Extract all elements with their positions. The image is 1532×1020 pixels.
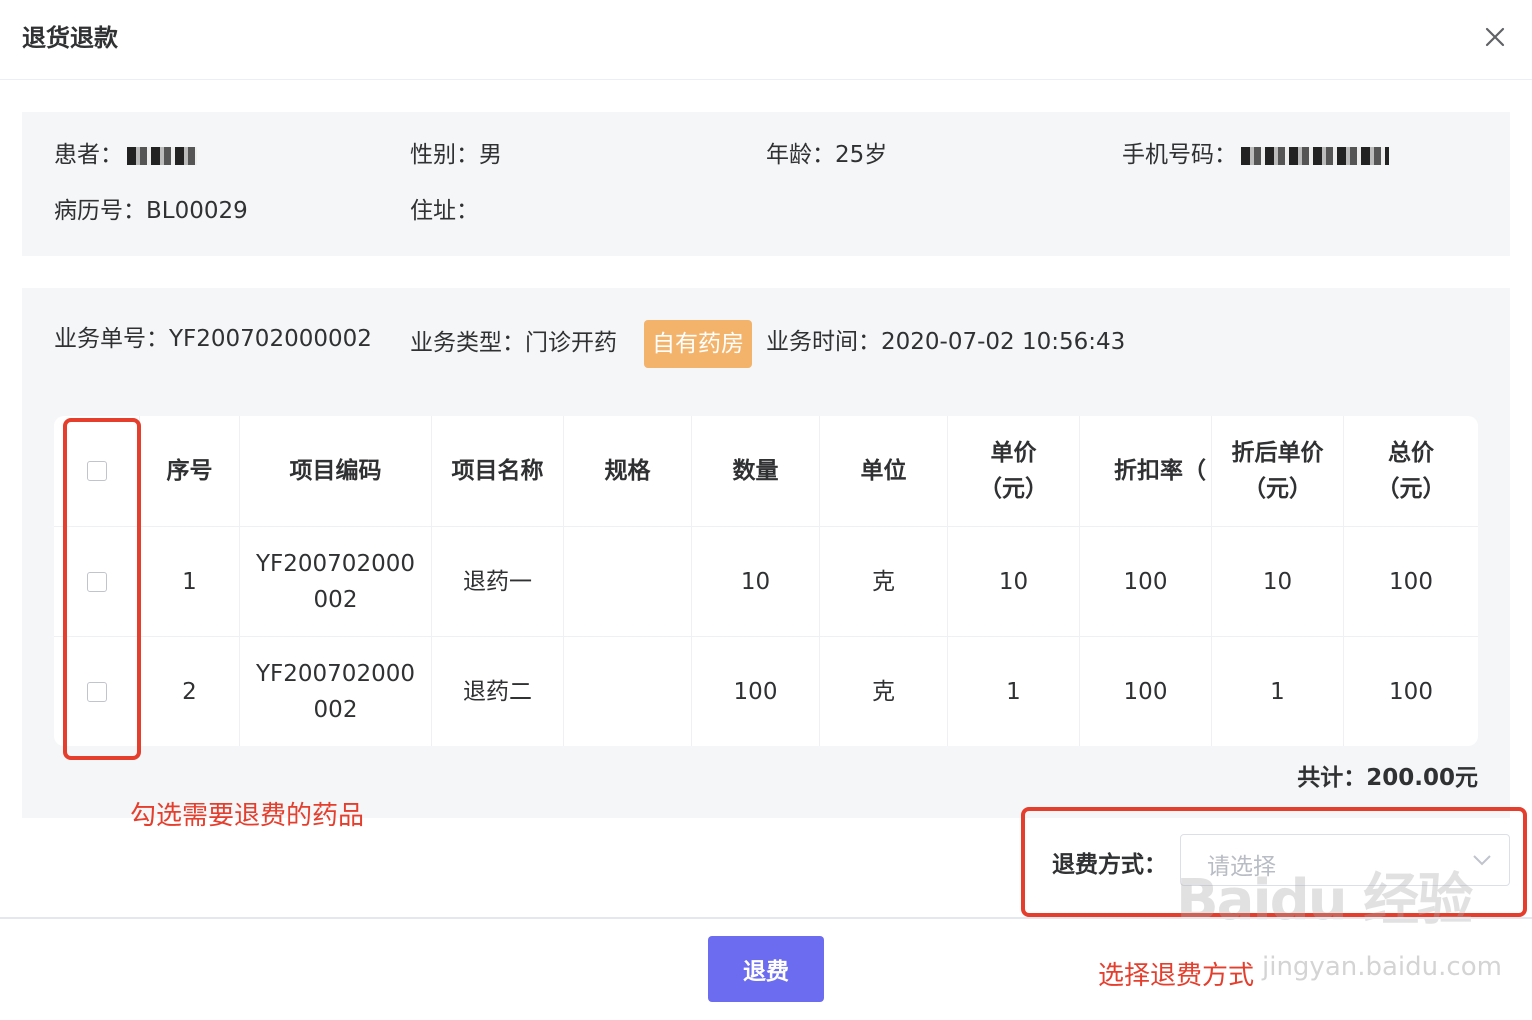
patient-name: 患者： bbox=[54, 140, 197, 170]
patient-phone-label: 手机号码： bbox=[1122, 142, 1237, 168]
cell-code-line2: 002 bbox=[313, 587, 358, 613]
col-qty: 数量 bbox=[692, 416, 820, 526]
cell-total: 100 bbox=[1389, 679, 1433, 705]
col-total: 总价 （元） bbox=[1344, 416, 1478, 526]
dialog-header: 退货退款 bbox=[0, 0, 1532, 80]
col-unit: 单位 bbox=[820, 416, 948, 526]
cell-qty: 10 bbox=[692, 527, 820, 637]
cell-code-line1: YF200702000 bbox=[256, 661, 415, 687]
patient-age: 年龄：25岁 bbox=[766, 142, 888, 168]
cell-unit: 克 bbox=[820, 527, 948, 637]
col-price: 单价 （元） bbox=[948, 416, 1080, 526]
close-icon[interactable] bbox=[1478, 20, 1512, 54]
col-price-line2: （元） bbox=[979, 476, 1048, 502]
cell-spec bbox=[564, 527, 692, 637]
items-table: 序号 项目编码 项目名称 规格 数量 单位 单价 （元） 折扣率（ 折后单价 （元）… bbox=[54, 416, 1478, 746]
patient-info-panel: 患者： 性别：男 年龄：25岁 手机号码： 病历号：BL00029 住址： bbox=[22, 112, 1510, 256]
col-seq: 序号 bbox=[140, 416, 240, 526]
cell-discount: 100 bbox=[1080, 637, 1212, 746]
col-after-line1: 折后单价 bbox=[1231, 440, 1324, 466]
col-after-price: 折后单价 （元） bbox=[1212, 416, 1344, 526]
col-after-line2: （元） bbox=[1243, 476, 1312, 502]
total-amount: 共计：200.00元 bbox=[1297, 765, 1478, 791]
cell-total: 100 bbox=[1389, 569, 1433, 595]
cell-after-price: 10 bbox=[1212, 527, 1344, 637]
cell-code: YF200702000 002 bbox=[240, 527, 432, 637]
patient-phone: 手机号码： bbox=[1122, 140, 1389, 170]
col-code: 项目编码 bbox=[240, 416, 432, 526]
watermark-url: jingyan.baidu.com bbox=[1262, 952, 1502, 982]
footer-divider bbox=[0, 917, 1532, 919]
cell-seq: 1 bbox=[140, 527, 240, 637]
table-header-row: 序号 项目编码 项目名称 规格 数量 单位 单价 （元） 折扣率（ 折后单价 （元）… bbox=[54, 416, 1478, 526]
pharmacy-tag: 自有药房 bbox=[644, 320, 752, 368]
refund-button[interactable]: 退费 bbox=[708, 936, 824, 1002]
cell-spec bbox=[564, 637, 692, 746]
annotation-select-method: 选择退费方式 bbox=[1098, 961, 1255, 991]
blurred-phone bbox=[1241, 146, 1389, 165]
annotation-box-checkboxes bbox=[63, 418, 141, 760]
col-spec: 规格 bbox=[564, 416, 692, 526]
cell-code: YF200702000 002 bbox=[240, 637, 432, 746]
cell-name: 退药一 bbox=[432, 527, 564, 637]
cell-price: 1 bbox=[948, 637, 1080, 746]
business-type: 业务类型：门诊开药 bbox=[410, 330, 617, 356]
cell-code-line1: YF200702000 bbox=[256, 551, 415, 577]
blurred-name bbox=[127, 146, 197, 165]
cell-qty: 100 bbox=[692, 637, 820, 746]
col-total-line1: 总价 bbox=[1388, 440, 1434, 466]
patient-name-label: 患者： bbox=[54, 142, 123, 168]
order-number: 业务单号：YF200702000002 bbox=[54, 326, 372, 352]
dialog-title: 退货退款 bbox=[22, 24, 118, 52]
patient-record-no: 病历号：BL00029 bbox=[54, 198, 248, 224]
cell-name: 退药二 bbox=[432, 637, 564, 746]
cell-price: 10 bbox=[948, 527, 1080, 637]
cell-unit: 克 bbox=[820, 637, 948, 746]
business-panel: 业务单号：YF200702000002 业务类型：门诊开药 自有药房 业务时间：… bbox=[22, 288, 1510, 818]
cell-discount: 100 bbox=[1080, 527, 1212, 637]
table-row[interactable]: 1 YF200702000 002 退药一 10 克 10 100 10 100 bbox=[54, 526, 1478, 637]
patient-gender: 性别：男 bbox=[410, 142, 502, 168]
cell-after-price: 1 bbox=[1212, 637, 1344, 746]
col-price-line1: 单价 bbox=[990, 440, 1037, 466]
col-total-line2: （元） bbox=[1376, 476, 1446, 502]
table-row[interactable]: 2 YF200702000 002 退药二 100 克 1 100 1 100 bbox=[54, 636, 1478, 746]
business-time: 业务时间：2020-07-02 10:56:43 bbox=[766, 329, 1126, 355]
watermark-logo: Baidu 经验 bbox=[1176, 868, 1473, 933]
patient-address: 住址： bbox=[410, 198, 479, 224]
annotation-select-items: 勾选需要退费的药品 bbox=[130, 801, 365, 831]
col-name: 项目名称 bbox=[432, 416, 564, 526]
col-discount: 折扣率（ bbox=[1080, 416, 1212, 526]
cell-code-line2: 002 bbox=[313, 697, 358, 723]
cell-seq: 2 bbox=[140, 637, 240, 746]
